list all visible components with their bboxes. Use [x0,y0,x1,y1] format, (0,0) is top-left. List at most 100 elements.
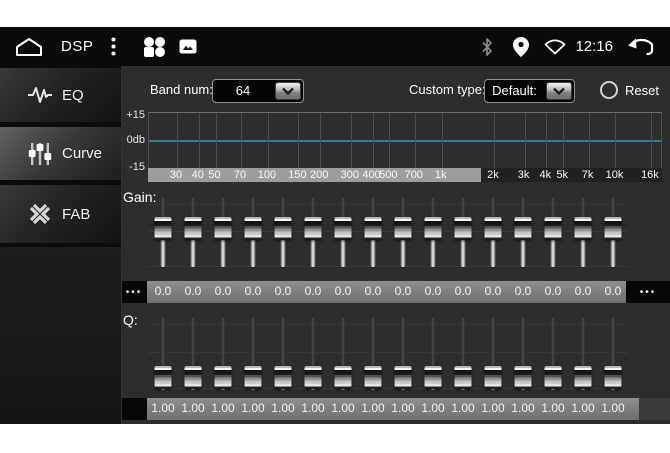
gain-slider-thumb[interactable] [545,217,562,240]
gain-slider-thumb[interactable] [485,217,502,240]
bluetooth-icon [481,38,493,56]
q-track-upper [521,318,526,370]
gain-slider[interactable] [208,198,238,267]
q-slider-thumb[interactable] [425,366,442,389]
gain-slider[interactable] [568,198,598,267]
band-num-dropdown[interactable]: 64 [212,79,304,103]
y-tick-minus15: -15 [122,161,145,173]
q-slider[interactable] [208,318,238,390]
gain-slider[interactable] [478,198,508,267]
gain-slider[interactable] [298,198,328,267]
gain-slider-thumb[interactable] [335,217,352,240]
q-slider[interactable] [418,318,448,390]
q-slider-thumb[interactable] [335,366,352,389]
home-icon[interactable] [14,37,44,57]
gain-slider-thumb[interactable] [455,217,472,240]
q-slider-thumb[interactable] [395,366,412,389]
chevron-down-icon[interactable] [275,82,301,100]
q-slider-thumb[interactable] [155,366,172,389]
fab-arrows-icon [27,201,53,227]
gain-value: 0.0 [275,284,292,298]
gain-slider-thumb[interactable] [425,217,442,240]
overflow-menu-icon[interactable] [111,37,116,56]
q-track-upper [491,318,496,370]
q-slider-thumb[interactable] [575,366,592,389]
q-slider-thumb[interactable] [185,366,202,389]
q-slider[interactable] [508,318,538,390]
gain-track-lower [521,236,526,267]
q-slider[interactable] [538,318,568,390]
q-slider-thumb[interactable] [485,366,502,389]
q-slider-thumb[interactable] [245,366,262,389]
q-slider[interactable] [178,318,208,390]
sidebar-item-curve[interactable]: Curve [0,127,121,180]
apps-icon[interactable] [141,36,167,58]
q-slider[interactable] [298,318,328,390]
gain-slider[interactable] [538,198,568,267]
gain-value: 0.0 [425,284,442,298]
gain-value: 0.0 [365,284,382,298]
gain-slider-thumb[interactable] [245,217,262,240]
q-slider[interactable] [238,318,268,390]
reset-button[interactable]: Reset [600,81,659,99]
q-slider-thumb[interactable] [455,366,472,389]
q-track-upper [581,318,586,370]
q-slider[interactable] [568,318,598,390]
gain-slider[interactable] [448,198,478,267]
freq-tick-label: 10k [606,169,624,181]
gain-slider[interactable] [328,198,358,267]
gain-slider[interactable] [508,198,538,267]
freq-tick-label: 100 [258,169,276,181]
gallery-icon[interactable] [179,39,197,54]
gain-slider-thumb[interactable] [515,217,532,240]
back-icon[interactable] [626,37,656,56]
q-slider[interactable] [478,318,508,390]
custom-type-dropdown[interactable]: Default: [484,79,575,103]
q-slider[interactable] [388,318,418,390]
gain-slider-thumb[interactable] [395,217,412,240]
q-slider-thumb[interactable] [215,366,232,389]
zero-db-line [149,140,661,142]
q-slider-thumb[interactable] [305,366,322,389]
eq-waveform-icon [27,82,53,108]
q-slider-thumb[interactable] [605,366,622,389]
gain-slider-thumb[interactable] [275,217,292,240]
q-slider[interactable] [328,318,358,390]
gain-slider[interactable] [418,198,448,267]
gain-slider[interactable] [598,198,628,267]
gain-slider-thumb[interactable] [605,217,622,240]
dsp-app-screen: DSP 12:16 EQ [0,0,670,453]
gain-slider[interactable] [178,198,208,267]
gain-slider[interactable] [148,198,178,267]
gain-slider-thumb[interactable] [575,217,592,240]
q-slider[interactable] [598,318,628,390]
q-slider-thumb[interactable] [545,366,562,389]
gain-slider[interactable] [268,198,298,267]
sidebar-item-eq[interactable]: EQ [0,68,121,122]
gain-value: 0.0 [305,284,322,298]
gain-slider-thumb[interactable] [365,217,382,240]
freq-tick-label: 16k [641,169,659,181]
q-slider-thumb[interactable] [515,366,532,389]
gain-more-right-button[interactable]: ••• [626,281,670,303]
chevron-down-icon[interactable] [546,82,572,100]
q-value: 1.00 [481,401,504,415]
gain-slider-thumb[interactable] [155,217,172,240]
gain-slider[interactable] [238,198,268,267]
band-num-value: 64 [213,80,273,102]
sidebar-item-fab[interactable]: FAB [0,185,121,243]
gain-slider[interactable] [388,198,418,267]
q-value-bar-tail [639,398,670,420]
band-num-label: Band num: [150,82,213,97]
q-slider[interactable] [268,318,298,390]
q-slider-thumb[interactable] [365,366,382,389]
gain-slider[interactable] [358,198,388,267]
gain-slider-thumb[interactable] [215,217,232,240]
q-slider-thumb[interactable] [275,366,292,389]
q-slider[interactable] [448,318,478,390]
gain-slider-thumb[interactable] [305,217,322,240]
gain-more-left-button[interactable]: ••• [122,281,147,303]
q-slider[interactable] [148,318,178,390]
q-slider[interactable] [358,318,388,390]
gain-slider-thumb[interactable] [185,217,202,240]
